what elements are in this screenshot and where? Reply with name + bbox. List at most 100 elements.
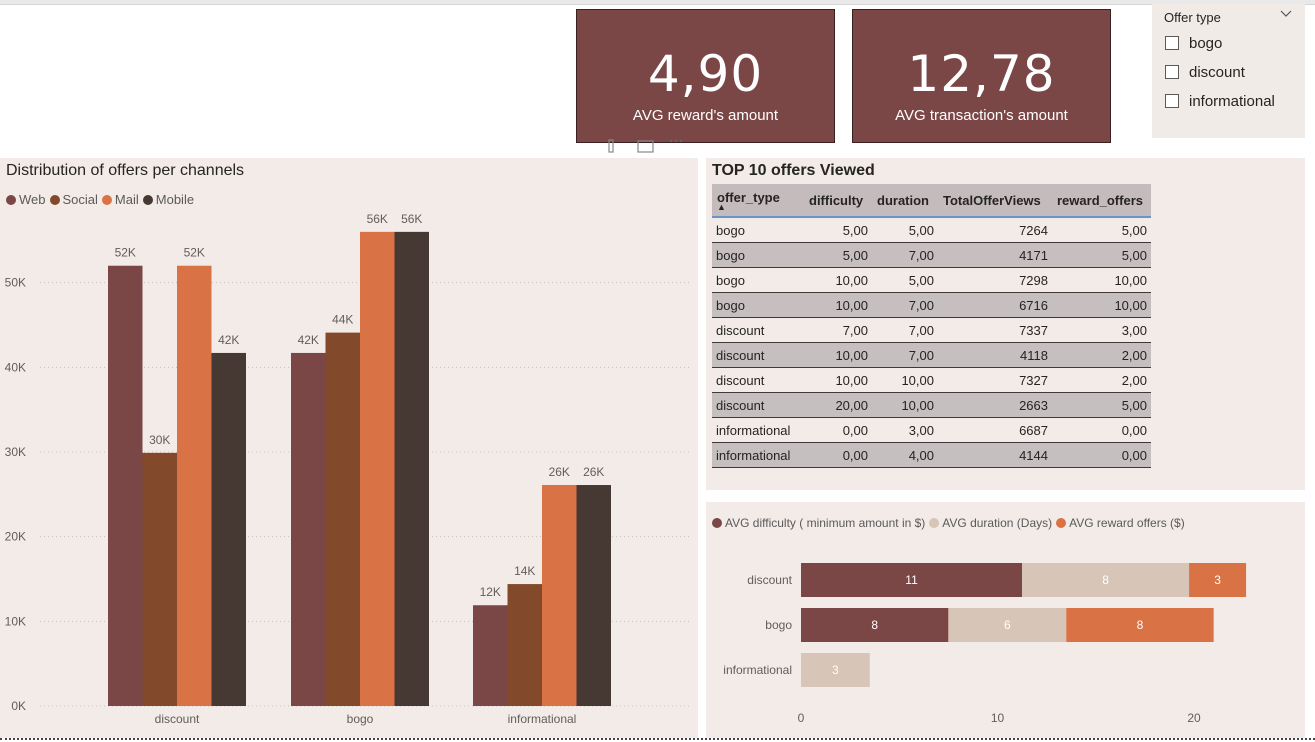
slicer-option-informational[interactable]: informational [1165, 91, 1275, 111]
slicer-option-label: informational [1189, 92, 1275, 110]
table-row[interactable]: discount 7,00 7,00 7337 3,00 [712, 317, 1151, 343]
data-label: 56K [367, 212, 388, 226]
table-cell-difficulty: 0,00 [804, 417, 872, 443]
more-options-icon [669, 139, 673, 143]
table-cell-TotalOfferViews: 7298 [938, 267, 1052, 293]
y-tick-label: 10K [5, 614, 26, 628]
channels-column-chart[interactable]: 0K 10K 20K 30K 40K 50K 52K 30K 52K 42K discount 42K… [0, 158, 698, 738]
y-tick-label: 50K [5, 276, 26, 290]
table-cell-TotalOfferViews: 4144 [938, 442, 1052, 468]
table-cell-reward_offers: 5,00 [1052, 217, 1151, 243]
table-cell-duration: 7,00 [872, 292, 938, 318]
avg-metrics-stacked-bar-chart[interactable]: discount 11 8 3 bogo 8 6 8 informational 3 0 10 20 [706, 502, 1305, 738]
bar-web-discount [108, 265, 143, 706]
data-label: 26K [549, 465, 570, 479]
checkbox[interactable] [1165, 36, 1179, 50]
bar-mail-informational [542, 485, 577, 706]
table-cell-duration: 4,00 [872, 442, 938, 468]
table-row[interactable]: bogo 5,00 7,00 4171 5,00 [712, 242, 1151, 268]
y-tick-label: 20K [5, 530, 26, 544]
table-row[interactable]: informational 0,00 3,00 6687 0,00 [712, 417, 1151, 443]
bar-mail-discount [177, 265, 212, 706]
bar-web-bogo [291, 352, 326, 706]
y-tick-label: 40K [5, 360, 26, 374]
table-cell-duration: 7,00 [872, 242, 938, 268]
table-cell-duration: 7,00 [872, 342, 938, 368]
y-tick-label: 30K [5, 445, 26, 459]
bar-mobile-informational [576, 485, 611, 706]
slicer-title: Offer type [1164, 10, 1221, 25]
bar-mobile-discount [211, 352, 246, 706]
page-bottom-border [0, 738, 1315, 742]
data-label: 44K [332, 313, 353, 327]
kpi-label: AVG reward's amount [632, 107, 779, 124]
column-header-reward-offers[interactable]: reward_offers [1052, 184, 1151, 218]
table-cell-reward_offers: 2,00 [1052, 367, 1151, 393]
table-cell-difficulty: 5,00 [804, 242, 872, 268]
table-row[interactable]: bogo 10,00 5,00 7298 10,00 [712, 267, 1151, 293]
offer-type-slicer[interactable]: Offer type bogo discount informational [1152, 4, 1305, 138]
data-label: 30K [149, 433, 170, 447]
x-tick-label: 20 [1187, 711, 1201, 725]
data-label: 3 [1214, 573, 1221, 587]
data-label: 42K [298, 333, 319, 347]
column-header-difficulty[interactable]: difficulty [804, 184, 872, 218]
table-cell-TotalOfferViews: 6687 [938, 417, 1052, 443]
kpi-label: AVG transaction's amount [895, 107, 1068, 124]
table-cell-reward_offers: 0,00 [1052, 442, 1151, 468]
table-row[interactable]: discount 20,00 10,00 2663 5,00 [712, 392, 1151, 418]
pin-icon [608, 139, 614, 153]
table-cell-duration: 10,00 [872, 392, 938, 418]
table-cell-duration: 5,00 [872, 217, 938, 243]
table-cell-reward_offers: 5,00 [1052, 242, 1151, 268]
table-cell-TotalOfferViews: 7327 [938, 367, 1052, 393]
bar-mail-bogo [360, 231, 395, 706]
table-cell-TotalOfferViews: 7337 [938, 317, 1052, 343]
kpi-card-avg-reward[interactable]: 4,90 AVG reward's amount [576, 9, 835, 143]
y-category-label: bogo [765, 618, 792, 632]
data-label: 8 [1102, 573, 1109, 587]
data-label: 11 [905, 573, 918, 587]
table-row[interactable]: informational 0,00 4,00 4144 0,00 [712, 442, 1151, 468]
column-header-offer-type[interactable]: offer_type ▲ [712, 184, 804, 218]
data-label: 42K [218, 333, 239, 347]
table-cell-difficulty: 10,00 [804, 292, 872, 318]
slicer-option-label: bogo [1189, 34, 1223, 52]
bar-mobile-bogo [394, 231, 429, 706]
table-cell-TotalOfferViews: 4118 [938, 342, 1052, 368]
data-label: 14K [514, 564, 535, 578]
chevron-down-icon[interactable] [1280, 7, 1292, 19]
top10-offers-table[interactable]: offer_type ▲ difficulty duration TotalOff… [712, 184, 1151, 468]
bar-social-bogo [325, 332, 360, 706]
window-top-strip [0, 0, 1315, 5]
column-header-duration[interactable]: duration [872, 184, 938, 218]
table-cell-reward_offers: 10,00 [1052, 292, 1151, 318]
table-cell-duration: 7,00 [872, 317, 938, 343]
table-cell-TotalOfferViews: 6716 [938, 292, 1052, 318]
table-cell-offer_type: informational [712, 417, 804, 443]
table-row[interactable]: bogo 5,00 5,00 7264 5,00 [712, 217, 1151, 243]
table-cell-difficulty: 0,00 [804, 442, 872, 468]
column-header-total-offer-views[interactable]: TotalOfferViews [938, 184, 1052, 218]
kpi-card-avg-transaction[interactable]: 12,78 AVG transaction's amount [852, 9, 1111, 143]
table-cell-difficulty: 20,00 [804, 392, 872, 418]
table-row[interactable]: bogo 10,00 7,00 6716 10,00 [712, 292, 1151, 318]
data-label: 12K [480, 585, 501, 599]
slicer-option-discount[interactable]: discount [1165, 62, 1245, 82]
bar-social-discount [142, 452, 177, 706]
x-tick-label: informational [508, 712, 577, 726]
slicer-option-bogo[interactable]: bogo [1165, 33, 1222, 53]
x-tick-label: 0 [798, 711, 805, 725]
table-cell-difficulty: 10,00 [804, 267, 872, 293]
table-cell-duration: 5,00 [872, 267, 938, 293]
table-row[interactable]: discount 10,00 10,00 7327 2,00 [712, 367, 1151, 393]
visual-header-icons[interactable] [606, 138, 686, 154]
checkbox[interactable] [1165, 65, 1179, 79]
table-cell-TotalOfferViews: 7264 [938, 217, 1052, 243]
table-row[interactable]: discount 10,00 7,00 4118 2,00 [712, 342, 1151, 368]
table-cell-difficulty: 10,00 [804, 367, 872, 393]
table-cell-difficulty: 10,00 [804, 342, 872, 368]
checkbox[interactable] [1165, 94, 1179, 108]
data-label: 6 [1004, 618, 1011, 632]
x-tick-label: bogo [347, 712, 374, 726]
